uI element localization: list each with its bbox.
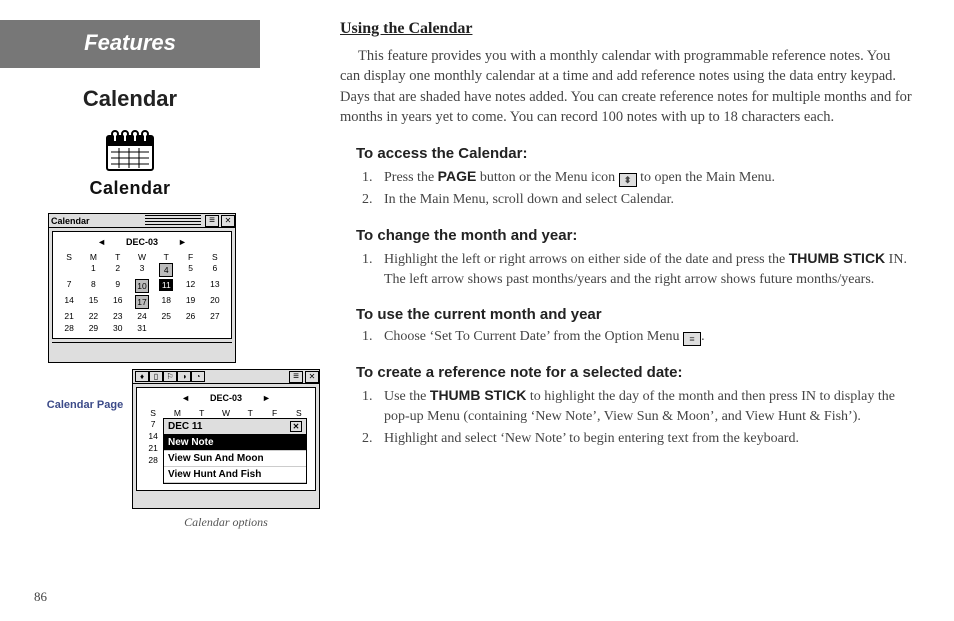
next-month-arrow: ►	[178, 237, 187, 247]
list-item: Highlight and select ‘New Note’ to begin…	[376, 429, 914, 449]
subhead-access: To access the Calendar:	[356, 145, 914, 162]
intro-paragraph: This feature provides you with a monthly…	[340, 46, 914, 127]
toolbar-btn: ⚐	[163, 371, 177, 382]
menu-icon: ⬍	[619, 173, 637, 187]
list-item: Press the PAGE button or the Menu icon ⬍…	[376, 166, 914, 188]
subhead-current-month: To use the current month and year	[356, 306, 914, 323]
close-icon	[305, 371, 319, 383]
screenshot1-caption: Calendar Page	[44, 369, 126, 411]
list-item: Highlight the left or right arrows on ei…	[376, 248, 914, 291]
window-title: Calendar	[51, 216, 145, 226]
page-number: 86	[34, 589, 47, 605]
popup-item-hunt-fish: View Hunt And Fish	[164, 467, 306, 483]
features-header: Features	[0, 20, 260, 68]
calendar-icon-label: Calendar	[0, 178, 260, 199]
page-title: Calendar	[0, 86, 260, 112]
current-month: DEC-03	[126, 237, 158, 247]
calendar-options-screenshot: ♦ ▯ ⚐ ◑ ◔ ◄ DEC-03	[132, 369, 320, 509]
popup-item-new-note: New Note	[164, 435, 306, 451]
calendar-app-icon	[0, 126, 260, 174]
popup-item-sun-moon: View Sun And Moon	[164, 451, 306, 467]
options-menu-icon	[205, 215, 219, 227]
date-popup: DEC 11 ✕ New Note View Sun And Moon View…	[163, 418, 307, 484]
prev-month-arrow: ◄	[97, 237, 106, 247]
subhead-change-month: To change the month and year:	[356, 227, 914, 244]
list-item: In the Main Menu, scroll down and select…	[376, 190, 914, 210]
screenshot2-caption: Calendar options	[132, 515, 320, 530]
popup-date: DEC 11	[168, 421, 290, 432]
toolbar-btn: ♦	[135, 371, 149, 382]
prev-month-arrow: ◄	[181, 393, 190, 403]
close-icon	[221, 215, 235, 227]
subhead-reference-note: To create a reference note for a selecte…	[356, 364, 914, 381]
calendar-page-screenshot: Calendar ◄ DEC-03 ► SMTWTFS 123456789101…	[48, 213, 236, 363]
current-month: DEC-03	[210, 393, 242, 403]
options-menu-icon: ≡	[683, 332, 701, 346]
toolbar-btn: ◑	[177, 371, 191, 382]
close-icon: ✕	[290, 421, 302, 432]
next-month-arrow: ►	[262, 393, 271, 403]
toolbar-btn: ▯	[149, 371, 163, 382]
list-item: Choose ‘Set To Current Date’ from the Op…	[376, 327, 914, 347]
options-menu-icon	[289, 371, 303, 383]
toolbar-btn: ◔	[191, 371, 205, 382]
list-item: Use the THUMB STICK to highlight the day…	[376, 385, 914, 428]
section-title: Using the Calendar	[340, 20, 914, 38]
